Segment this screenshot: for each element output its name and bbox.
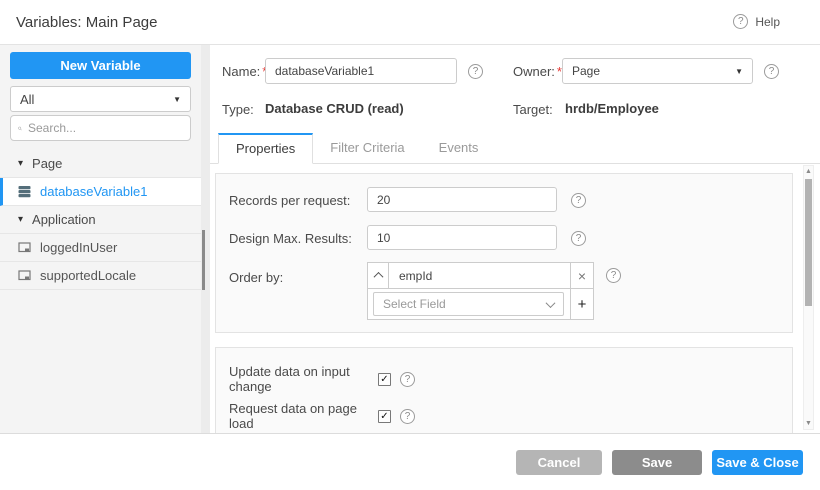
static-variable-icon	[18, 269, 31, 282]
save-and-close-button[interactable]: Save & Close	[712, 450, 803, 475]
variable-filter-select[interactable]: All ▼	[10, 86, 191, 112]
order-by-help-icon[interactable]: ?	[606, 266, 621, 283]
dropdown-icon: ▼	[173, 95, 181, 104]
type-value: Database CRUD (read)	[265, 101, 404, 116]
search-icon	[18, 122, 22, 135]
update-data-row: Update data on input change ✓ ?	[229, 364, 415, 394]
order-by-field-value: empId	[389, 263, 570, 288]
name-help-icon[interactable]: ?	[468, 62, 483, 79]
order-by-entry-row: empId ×	[368, 263, 593, 289]
dialog-footer: Cancel Save Save & Close	[0, 433, 820, 490]
collapse-icon[interactable]: ▾	[18, 158, 23, 169]
tree-item-label: supportedLocale	[40, 268, 136, 283]
scroll-up-button[interactable]: ▲	[804, 168, 813, 175]
target-value: hrdb/Employee	[565, 101, 659, 116]
order-by-field-select[interactable]: Select Field	[373, 292, 564, 316]
database-variable-icon	[18, 185, 31, 198]
order-by-add-row: Select Field +	[368, 289, 593, 319]
tab-filter-criteria[interactable]: Filter Criteria	[313, 133, 421, 163]
design-max-results-label: Design Max. Results:	[229, 231, 352, 246]
tree-item-databaseVariable1[interactable]: databaseVariable1	[0, 178, 201, 206]
help-label: Help	[755, 15, 780, 29]
owner-value: Page	[572, 64, 600, 78]
tree-group-application[interactable]: ▾ Application	[0, 206, 201, 234]
records-per-request-input[interactable]	[367, 187, 557, 212]
sidebar-scrollbar-thumb[interactable]	[202, 230, 205, 290]
search-input[interactable]	[28, 121, 183, 135]
update-data-checkbox[interactable]: ✓	[378, 373, 391, 386]
scroll-down-button[interactable]: ▼	[804, 420, 813, 427]
order-by-label: Order by:	[229, 270, 283, 285]
request-data-checkbox[interactable]: ✓	[378, 410, 391, 423]
variable-filter-value: All	[20, 92, 34, 107]
target-label: Target:	[513, 102, 553, 117]
detail-tabs: Properties Filter Criteria Events	[210, 133, 820, 164]
update-data-label: Update data on input change	[229, 364, 378, 394]
add-order-field-button[interactable]: +	[570, 289, 593, 319]
owner-label: Owner:*	[513, 64, 562, 79]
cancel-button[interactable]: Cancel	[516, 450, 602, 475]
owner-select[interactable]: Page ▼	[562, 58, 753, 84]
dialog-header: Variables: Main Page ? Help	[0, 0, 820, 45]
select-field-placeholder: Select Field	[383, 297, 446, 311]
close-icon: ×	[578, 268, 586, 284]
chevron-down-icon	[546, 298, 556, 308]
update-data-help-icon[interactable]: ?	[400, 372, 415, 387]
static-variable-icon	[18, 241, 31, 254]
chevron-up-icon	[373, 272, 383, 282]
name-label: Name:*	[222, 64, 267, 79]
tree-group-label: Application	[32, 212, 96, 227]
sort-direction-button[interactable]	[368, 263, 389, 288]
tab-events[interactable]: Events	[422, 133, 496, 163]
help-link[interactable]: ? Help	[733, 14, 780, 29]
dialog-body: New Variable All ▼ ▾ Page	[0, 45, 820, 433]
dropdown-icon: ▼	[735, 67, 743, 76]
check-icon: ✓	[380, 411, 388, 422]
variables-tree: ▾ Page databaseVariable1 ▾ Application	[0, 150, 201, 290]
plus-icon: +	[578, 296, 587, 313]
options-panel: Update data on input change ✓ ? Request …	[215, 347, 793, 433]
records-help-icon[interactable]: ?	[571, 191, 586, 208]
remove-order-field-button[interactable]: ×	[570, 263, 593, 288]
name-input[interactable]	[265, 58, 457, 84]
tree-item-supportedLocale[interactable]: supportedLocale	[0, 262, 201, 290]
tree-item-label: databaseVariable1	[40, 184, 147, 199]
check-icon: ✓	[380, 374, 388, 385]
variables-sidebar: New Variable All ▼ ▾ Page	[0, 45, 201, 433]
main-scrollbar[interactable]: ▲ ▼	[803, 165, 814, 430]
request-data-label: Request data on page load	[229, 401, 378, 431]
help-icon[interactable]: ?	[733, 14, 748, 29]
request-data-row: Request data on page load ✓ ?	[229, 401, 415, 431]
tree-group-page[interactable]: ▾ Page	[0, 150, 201, 178]
properties-panel: Records per request: ? Design Max. Resul…	[215, 173, 793, 333]
tree-item-loggedInUser[interactable]: loggedInUser	[0, 234, 201, 262]
variables-dialog: Variables: Main Page ? Help New Variable…	[0, 0, 820, 490]
search-box[interactable]	[10, 115, 191, 141]
dialog-title: Variables: Main Page	[16, 14, 157, 31]
type-label: Type:	[222, 102, 254, 117]
scrollbar-thumb[interactable]	[805, 179, 812, 306]
tree-group-label: Page	[32, 156, 62, 171]
order-by-group: empId × Select Field +	[367, 262, 594, 320]
collapse-icon[interactable]: ▾	[18, 214, 23, 225]
design-max-results-input[interactable]	[367, 225, 557, 250]
variable-detail-panel: Name:* ? Owner:* Page ▼ ? Type: Database…	[210, 45, 820, 433]
request-data-help-icon[interactable]: ?	[400, 409, 415, 424]
new-variable-button[interactable]: New Variable	[10, 52, 191, 79]
design-max-results-help-icon[interactable]: ?	[571, 229, 586, 246]
owner-help-icon[interactable]: ?	[764, 62, 779, 79]
save-button[interactable]: Save	[612, 450, 702, 475]
tree-item-label: loggedInUser	[40, 240, 117, 255]
tab-properties[interactable]: Properties	[218, 133, 313, 164]
records-per-request-label: Records per request:	[229, 193, 350, 208]
